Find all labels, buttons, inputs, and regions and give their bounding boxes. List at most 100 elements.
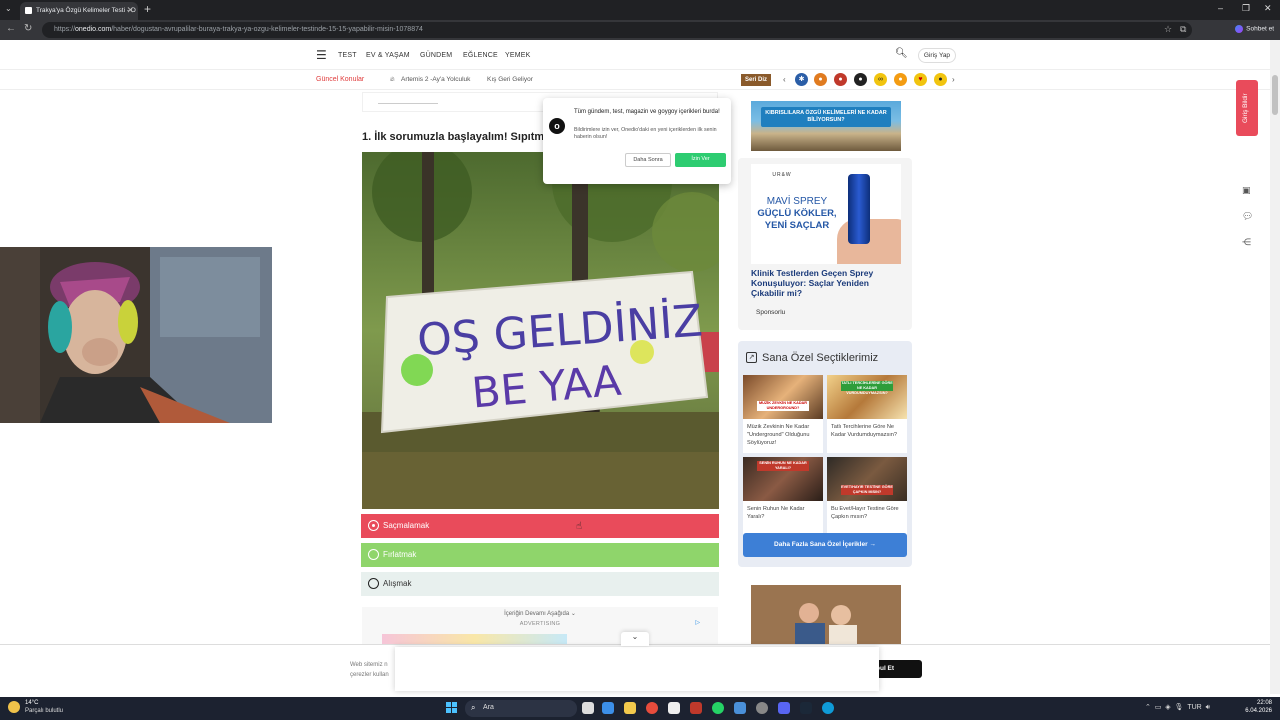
task-view-icon[interactable] [582,702,594,714]
more-content-button[interactable]: Daha Fazla Sana Özel İçerikler → [743,533,907,557]
minimize-icon[interactable]: – [1218,3,1223,13]
emoji-face-icon[interactable]: ● [894,73,907,86]
thumb-label: SENİN RUHUN NE KADAR YARALI? [757,461,809,471]
whatsapp-icon[interactable] [712,702,724,714]
scrollbar-thumb[interactable] [1272,75,1278,115]
start-button-icon[interactable] [446,702,458,714]
page-scrollbar[interactable] [1270,40,1280,694]
recommended-title: Sana Özel Seçtiklerimiz [762,352,879,364]
question-photo: OŞ GELDİNİZ BE YAA [362,152,719,509]
emoji-love-icon[interactable]: ♥ [914,73,927,86]
mouse-cursor-icon: ☝︎ [576,521,583,532]
sohbet-button[interactable]: Sohbet et [1235,25,1274,33]
nav-ev-yasam[interactable]: EV & YAŞAM [366,52,410,59]
tab-list-icon[interactable]: ⌄ [5,4,12,13]
input-language[interactable]: TUR [1187,704,1201,711]
topic-fire-icon: 🔥︎ [390,76,395,83]
windows-taskbar: 14°C Parçalı bulutlu ⌕ Ara ⌃ ▭ ◈ 🎙︎ TUR … [0,697,1280,720]
recommended-card-3[interactable]: SENİN RUHUN NE KADAR YARALI? Senin Ruhun… [743,457,823,535]
nav-test[interactable]: TEST [338,52,357,59]
answer-option-3[interactable]: Alışmak [361,572,719,596]
ad-image[interactable] [382,634,567,644]
couple-photo [751,585,901,644]
close-tab-icon[interactable]: ✕ [126,5,134,16]
star-icon[interactable]: ☆ [1164,24,1172,35]
emoji-wow-icon[interactable]: ● [854,73,867,86]
clock-time[interactable]: 22:08 [1240,700,1272,706]
share-icon[interactable]: ⋲ [1242,237,1251,248]
extensions-icon[interactable]: ⧉ [1180,24,1186,35]
close-window-icon[interactable]: ✕ [1264,3,1272,14]
obs-icon[interactable] [690,702,702,714]
app2-icon[interactable] [756,702,768,714]
address-bar[interactable]: https://onedio.com/haber/dogustan-avrupa… [42,22,1192,38]
recommended-card-2[interactable]: TATLI TERCİHLERİNE GÖRE NE KADAR VURDUMD… [827,375,907,453]
card-thumbnail: MÜZİK ZEVKİN NE KADAR UNDERGROUND? [743,375,823,419]
radio-selected-icon [368,520,379,531]
card-title: Bu Evet/Hayır Testine Göre Çapkın mısın? [831,506,899,520]
topic-item-artemis[interactable]: Artemis 2 -Ay'a Yolculuk [401,76,470,83]
nav-eglence[interactable]: EĞLENCE [463,52,498,59]
later-button[interactable]: Daha Sonra [625,153,671,167]
cookie-text-line1: Web sitemiz n [350,662,388,668]
nav-yemek[interactable]: YEMEK [505,52,531,59]
system-tray[interactable]: ⌃ ▭ ◈ 🎙︎ TUR 🔊︎ [1145,703,1210,712]
bottom-sticky-ad[interactable] [395,647,879,691]
answer-label: Alışmak [383,579,412,588]
collapse-ad-icon[interactable]: ⌄ [621,632,649,646]
hamburger-menu-icon[interactable]: ☰ [316,48,327,62]
bookmark-icon[interactable]: ▣ [1242,185,1251,196]
new-tab-icon[interactable]: + [144,2,151,16]
answer-option-1[interactable]: Saçmalamak [361,514,719,538]
weather-desc[interactable]: Parçalı bulutlu [25,708,63,714]
clock-date[interactable]: 6.04.2026 [1240,708,1272,714]
trending-icon: ↗ [746,352,757,363]
back-icon[interactable]: ← [6,23,16,34]
taskbar-search[interactable]: ⌕ Ara [465,700,577,717]
recommended-card-4[interactable]: EVET/HAYIR TESTİNE GÖRE ÇAPKIN MISIN? Bu… [827,457,907,535]
emoji-badge-icon[interactable]: ● [814,73,827,86]
maximize-icon[interactable]: ❐ [1242,3,1250,14]
search-icon[interactable]: 🔍︎ [895,48,908,59]
discord-icon[interactable] [778,702,790,714]
adchoices-icon[interactable]: ▷ [695,619,700,626]
notepad-icon[interactable] [668,702,680,714]
thumb-label: EVET/HAYIR TESTİNE GÖRE ÇAPKIN MISIN? [841,485,893,495]
ad-headline-1: MAVİ SPREY [766,196,828,207]
app-icon[interactable] [734,702,746,714]
nav-gundem[interactable]: GÜNDEM [420,52,452,59]
sponsored-ad-image[interactable]: UR&W MAVİ SPREY GÜÇLÜ KÖKLER, YENİ SAÇLAR [751,164,901,264]
file-explorer-icon[interactable] [624,702,636,714]
emoji-glasses-icon[interactable]: ∞ [874,73,887,86]
steam-icon[interactable] [800,702,812,714]
seri-diz-button[interactable]: Seri Diz [741,74,771,86]
content-continues-label: İçeriğin Devamı Aşağıda ⌄ [504,611,576,617]
weather-icon[interactable] [8,701,20,713]
weather-temp[interactable]: 14°C [25,700,38,706]
copilot-app-icon[interactable] [602,702,614,714]
report-button[interactable]: Giriş Bildir [1236,80,1258,136]
emoji-next-icon[interactable]: › [952,75,955,84]
ad-title[interactable]: Klinik Testlerden Geçen Sprey Konuşuluyo… [751,268,901,298]
comments-icon[interactable]: 💬︎ [1242,211,1253,222]
sidebar-photo[interactable] [751,585,901,644]
emoji-sad-icon[interactable]: ● [934,73,947,86]
cyprus-test-banner[interactable]: KIBRISLILARA ÖZGÜ KELİMELERİ NE KADAR Bİ… [751,101,901,151]
question-image: OŞ GELDİNİZ BE YAA [362,152,719,509]
emoji-badge2-icon[interactable]: ● [834,73,847,86]
browser-tab-active[interactable]: Trakya'ya Özgü Kelimeler Testi - O ✕ [20,2,138,20]
emoji-prev-icon[interactable]: ‹ [783,75,786,84]
trending-topics-bar: Güncel Konular 🔥︎ Artemis 2 -Ay'a Yolcul… [0,70,1270,90]
sohbet-label: Sohbet et [1246,25,1274,33]
recommended-card-1[interactable]: MÜZİK ZEVKİN NE KADAR UNDERGROUND? Müzik… [743,375,823,453]
sponsored-ad-card[interactable]: UR&W MAVİ SPREY GÜÇLÜ KÖKLER, YENİ SAÇLAR… [738,158,912,330]
chrome-icon[interactable] [646,702,658,714]
topic-item-kis[interactable]: Kış Geri Geliyor [487,76,533,83]
login-button[interactable]: Giriş Yap [918,48,956,63]
edge-icon[interactable] [822,702,834,714]
allow-button[interactable]: İzin Ver [675,153,726,167]
card-thumbnail: EVET/HAYIR TESTİNE GÖRE ÇAPKIN MISIN? [827,457,907,501]
emoji-snowflake-icon[interactable]: ✱ [795,73,808,86]
reload-icon[interactable]: ↻ [24,23,32,34]
answer-option-2[interactable]: Fırlatmak [361,543,719,567]
